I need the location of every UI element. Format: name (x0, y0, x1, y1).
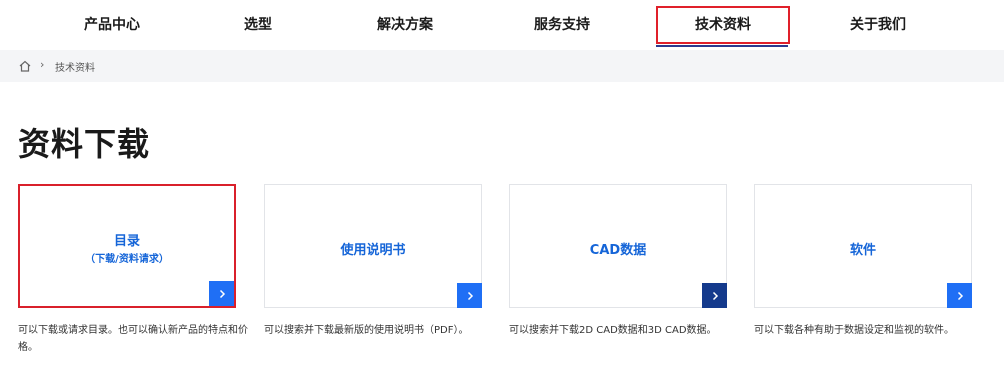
chevron-right-icon[interactable] (947, 283, 972, 308)
card-software[interactable]: 软件 (754, 184, 972, 308)
breadcrumb-current: 技术资料 (55, 63, 95, 74)
card-description-cad: 可以搜索并下载2D CAD数据和3D CAD数据。 (509, 325, 717, 336)
active-nav-underline (656, 45, 788, 47)
card-title: CAD数据 (589, 243, 647, 258)
chevron-right-icon[interactable] (209, 281, 234, 306)
page-title: 资料下载 (18, 125, 151, 163)
card-manuals[interactable]: 使用说明书 (264, 184, 482, 308)
top-navigation: 产品中心 选型 解决方案 服务支持 技术资料 关于我们 (0, 0, 1004, 50)
nav-item-solutions[interactable]: 解决方案 (355, 6, 455, 44)
card-title: 目录 (113, 234, 140, 249)
nav-item-support[interactable]: 服务支持 (512, 6, 612, 44)
card-title: 软件 (849, 243, 876, 258)
home-icon[interactable] (18, 58, 32, 72)
card-catalog[interactable]: 目录 （下载/资料请求） (18, 184, 236, 308)
chevron-right-icon[interactable] (702, 283, 727, 308)
breadcrumb-separator: › (40, 58, 45, 71)
card-subtitle: （下载/资料请求） (85, 254, 169, 265)
card-description-catalog: 可以下载或请求目录。也可以确认新产品的特点和价格。 (18, 325, 248, 353)
card-cad-data[interactable]: CAD数据 (509, 184, 727, 308)
card-description-software: 可以下载各种有助于数据设定和监视的软件。 (754, 325, 954, 336)
card-description-manuals: 可以搜索并下载最新版的使用说明书（PDF）。 (264, 325, 469, 336)
nav-item-technical-docs[interactable]: 技术资料 (656, 6, 790, 44)
nav-item-about[interactable]: 关于我们 (828, 6, 928, 44)
nav-item-selection[interactable]: 选型 (208, 6, 308, 44)
card-title: 使用说明书 (340, 243, 406, 258)
nav-item-products[interactable]: 产品中心 (62, 6, 162, 44)
chevron-right-icon[interactable] (457, 283, 482, 308)
breadcrumb: › 技术资料 (0, 50, 1004, 82)
